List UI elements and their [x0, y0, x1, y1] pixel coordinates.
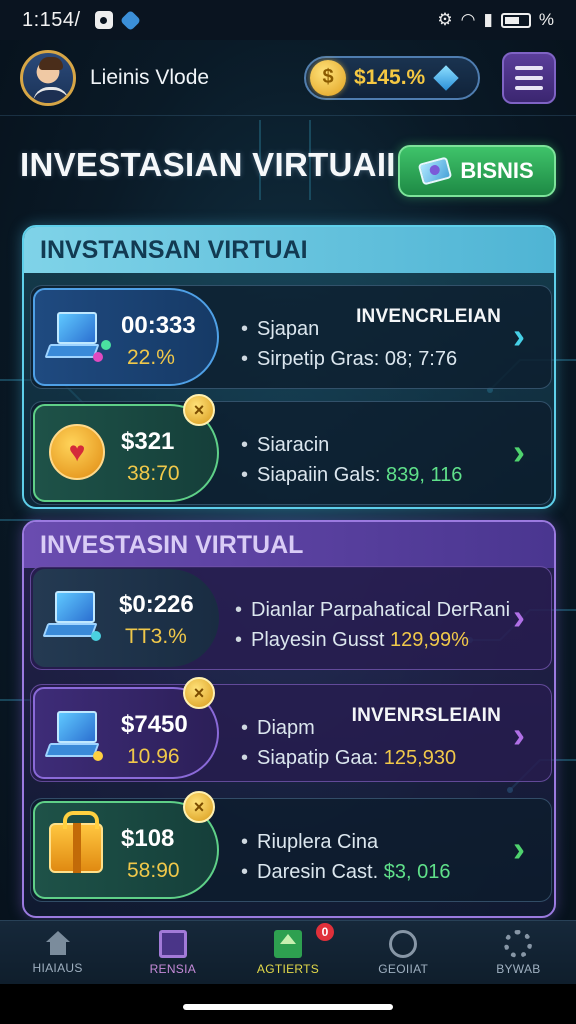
card-line-1: Dianlar Parpahatical DerRani [251, 599, 511, 621]
card-info: • Siaracin • Siapaiin Gals: 839, 116 [241, 434, 463, 486]
nav-label: AGTIERTS [256, 961, 320, 976]
card-tile: ♥ × $321 38:70 [33, 394, 219, 502]
bisnis-button-label: BISNIS [460, 158, 534, 183]
nav-item-geoiiat[interactable]: GEOIIAT [346, 921, 461, 984]
gift-icon [49, 811, 103, 873]
status-bar: 1:154/ ⚙ ◠ ▮ % [0, 0, 576, 40]
card-line-2-value: 839, 116 [385, 464, 463, 486]
clock-icon [389, 929, 418, 958]
nav-label: HIAIAUS [32, 960, 83, 975]
investment-card[interactable]: × $7450 10.96 • Diapm • Siapatip Gaa: 125,… [30, 677, 552, 782]
card-sub-value: 58:90 [127, 859, 180, 882]
signal-icon: ▮ [483, 10, 493, 29]
card-info: • Riuplera Cina • Daresin Cast. $3, 016 [241, 831, 451, 883]
coin-icon: $ [310, 59, 346, 96]
nav-item-bywab[interactable]: BYWAB [461, 921, 576, 984]
card-tag: INVENRSLEIAIN [351, 705, 501, 726]
card-line-1: Riuplera Cina [257, 831, 379, 853]
wifi-icon: ◠ [460, 10, 476, 29]
chevron-right-icon[interactable]: › [513, 599, 539, 635]
card-tile: $0:226 TT3.% [33, 569, 219, 667]
laptop-icon [44, 711, 107, 771]
card-amount: $108 [121, 825, 175, 852]
chevron-right-icon[interactable]: › [513, 434, 539, 470]
card-tile: × $7450 10.96 [33, 677, 219, 779]
card-line-2-value: $3, 016 [383, 861, 451, 883]
card-line-1: Diapm [257, 717, 315, 739]
upload-icon [274, 929, 302, 958]
money-icon [417, 156, 453, 186]
card-line-1: Siaracin [257, 434, 330, 456]
chevron-right-icon[interactable]: › [513, 831, 539, 867]
gesture-area [0, 984, 576, 1024]
card-amount: $321 [121, 428, 175, 455]
bottom-nav: HIAIAUS RENSIA AGTIERTS GEOIIAT BYWAB 0 [0, 920, 576, 984]
notification-badge: 0 [316, 923, 334, 941]
card-line-2-label: Sirpetip Gras: [257, 348, 380, 370]
card-line-2-value: 129,99% [389, 629, 469, 651]
computer-icon [42, 591, 105, 651]
card-line-2-value: 125,930 [383, 747, 457, 769]
card-line-2-label: Playesin Gusst [251, 629, 385, 651]
investment-card[interactable]: × $108 58:90 • Riuplera Cina • Daresin Cas… [30, 791, 552, 902]
close-badge-icon[interactable]: × [183, 677, 215, 709]
battery-icon [500, 12, 531, 28]
nav-item-home[interactable]: HIAIAUS [0, 921, 115, 984]
nav-label: GEOIIAT [378, 961, 429, 976]
card-tile: × $108 58:90 [33, 791, 219, 899]
battery-percent: % [538, 10, 554, 29]
card-info: • Dianlar Parpahatical DerRani • Playesin … [235, 599, 511, 651]
card-amount: $7450 [121, 711, 188, 738]
book-icon [158, 929, 187, 958]
chevron-right-icon[interactable]: › [513, 318, 539, 354]
heart-coin-icon: ♥ [49, 424, 105, 480]
balance-pill[interactable]: $ $145.% [304, 55, 480, 100]
card-sub-value: 22.% [127, 346, 175, 369]
close-badge-icon[interactable]: × [183, 791, 215, 823]
card-sub-value: TT3.% [125, 625, 187, 648]
card-amount: $0:226 [119, 591, 194, 618]
hamburger-icon [515, 65, 543, 70]
menu-button[interactable] [502, 51, 556, 104]
camera-icon [94, 11, 113, 29]
card-line-2-label: Daresin Cast. [257, 861, 379, 883]
investment-section-1: INVSTANSAN VIRTUAI 00:333 22.% • Sjapan •… [22, 225, 556, 509]
investment-card[interactable]: ♥ × $321 38:70 • Siaracin • Siapaiin Gals:… [30, 394, 552, 505]
nav-label: RENSIA [149, 961, 197, 976]
nav-label: BYWAB [496, 961, 541, 976]
gear-icon [504, 929, 533, 958]
close-badge-icon[interactable]: × [183, 394, 215, 426]
investment-card[interactable]: $0:226 TT3.% • Dianlar Parpahatical DerRa… [30, 566, 552, 670]
card-amount: 00:333 [121, 312, 196, 339]
card-line-2-value: 08; 7:76 [384, 348, 458, 370]
diamond-icon [433, 64, 459, 91]
section-title: INVESTASIN VIRTUAL [24, 522, 554, 568]
user-name: Lieinis Vlode [90, 65, 210, 89]
card-tile: 00:333 22.% [33, 288, 219, 386]
balance-value: $145.% [354, 65, 426, 89]
app-notification-icon [119, 9, 141, 31]
chevron-right-icon[interactable]: › [513, 717, 539, 753]
card-sub-value: 38:70 [127, 462, 180, 485]
investment-card[interactable]: 00:333 22.% • Sjapan • Sirpetip Gras: 08; … [30, 285, 552, 389]
card-tag: INVENCRLEIAN [356, 306, 501, 327]
section-title: INVSTANSAN VIRTUAI [24, 227, 554, 273]
bisnis-button[interactable]: BISNIS [398, 145, 556, 197]
status-time: 1:154/ [22, 8, 81, 31]
card-sub-value: 10.96 [127, 745, 180, 768]
avatar[interactable] [20, 49, 76, 106]
home-icon [43, 930, 73, 957]
settings-status-icon: ⚙ [437, 10, 453, 29]
home-gesture-bar[interactable] [183, 1004, 393, 1010]
app-header: Lieinis Vlode $ $145.% [0, 40, 576, 116]
card-line-2-label: Siapaiin Gals: [257, 464, 381, 486]
nav-item-rensia[interactable]: RENSIA [115, 921, 230, 984]
card-line-2-label: Siapatip Gaa: [257, 747, 379, 769]
laptop-icon [44, 312, 111, 372]
card-line-1: Sjapan [257, 318, 320, 340]
investment-section-2: INVESTASIN VIRTUAL $0:226 TT3.% • Dianlar… [22, 520, 556, 918]
page-title: INVESTASIAN VIRTUAII [20, 146, 396, 183]
